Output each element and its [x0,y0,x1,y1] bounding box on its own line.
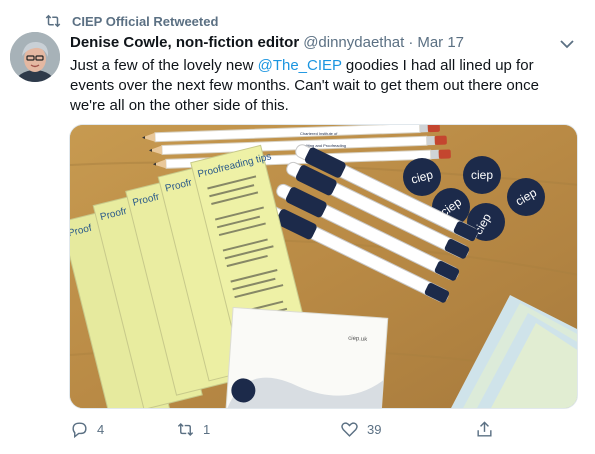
retweet-banner[interactable]: CIEP Official Retweeted [44,12,218,30]
separator-dot: · [408,34,414,51]
tweet-header: Denise Cowle, non-fiction editor @dinnyd… [70,34,555,56]
retweet-button[interactable]: 1 [176,420,210,439]
tweet-text-before: Just a few of the lovely new [70,57,258,74]
reply-count: 4 [97,422,105,437]
heart-icon [341,422,358,437]
tweet-date[interactable]: Mar 17 [417,34,464,51]
retweet-count: 1 [203,422,211,437]
share-button[interactable] [475,420,494,439]
photo-illustration: Chartered Institute of Editing and Proof… [70,125,577,408]
avatar[interactable] [10,32,60,82]
retweet-action-icon [177,422,194,437]
tweet-text: Just a few of the lovely new @The_CIEP g… [70,56,570,116]
mention-link[interactable]: @The_CIEP [258,57,342,74]
badge-text-2: ciep [471,168,493,182]
avatar-image [10,32,60,82]
like-button[interactable]: 39 [340,420,381,439]
pencil-text-1: Chartered Institute of [300,131,338,136]
reply-icon [72,422,87,439]
author-name[interactable]: Denise Cowle, non-fiction editor [70,34,299,51]
author-handle[interactable]: @dinnydaethat [303,34,404,51]
retweet-banner-label: CIEP Official Retweeted [72,13,219,29]
tweet-actions: 4 1 39 [70,420,510,444]
share-icon [477,421,492,437]
like-count: 39 [367,422,382,437]
retweet-icon [45,14,61,28]
chevron-down-icon[interactable] [559,38,575,50]
reply-button[interactable]: 4 [70,420,104,439]
notepad: ciep.uk [225,306,389,408]
tweet-photo[interactable]: Chartered Institute of Editing and Proof… [69,124,578,409]
